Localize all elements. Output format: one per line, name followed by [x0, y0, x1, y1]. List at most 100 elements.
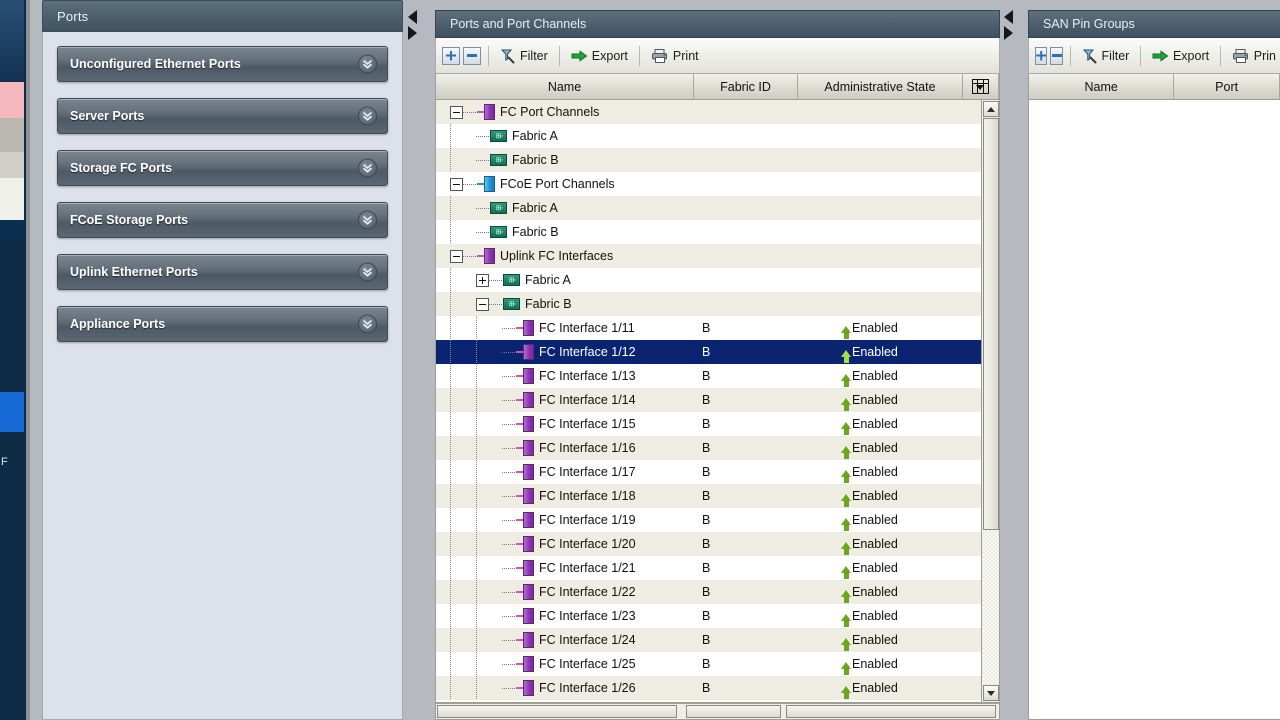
vertical-scrollbar[interactable]	[981, 100, 999, 702]
table-row[interactable]: ⊞▫ Fabric A	[436, 196, 981, 220]
chevron-double-down-icon[interactable]	[358, 314, 377, 334]
sidebar-item-unconfigured-ethernet-ports[interactable]: Unconfigured Ethernet Ports	[57, 46, 388, 82]
table-row[interactable]: FC Interface 1/15 B Enabled	[436, 412, 981, 436]
add-button[interactable]	[1035, 46, 1048, 65]
panel-collapse-right-toggle[interactable]	[1001, 2, 1015, 48]
filter-icon	[500, 49, 515, 63]
column-header-administrative-state[interactable]: Administrative State	[798, 74, 963, 99]
scroll-up-button[interactable]	[983, 101, 999, 117]
tree-connector-line	[502, 543, 516, 545]
vertical-scrollbar-thumb[interactable]	[983, 118, 999, 530]
chevron-double-down-icon[interactable]	[358, 54, 377, 74]
table-row[interactable]: ⊞▫ Fabric A	[436, 124, 981, 148]
tree-collapse-icon[interactable]	[476, 297, 489, 311]
tree-collapse-icon[interactable]	[450, 177, 463, 191]
table-row[interactable]: FC Interface 1/18 B Enabled	[436, 484, 981, 508]
table-row[interactable]: ⊞▫ Fabric B	[436, 148, 981, 172]
tree-collapse-icon[interactable]	[450, 249, 463, 263]
table-row[interactable]: FC Interface 1/14 B Enabled	[436, 388, 981, 412]
table-row[interactable]: FC Interface 1/23 B Enabled	[436, 604, 981, 628]
tree-connector-line	[489, 303, 503, 305]
fc-interface-icon	[523, 584, 534, 600]
sidebar-item-appliance-ports[interactable]: Appliance Ports	[57, 306, 388, 342]
filter-button[interactable]: Filter	[496, 44, 552, 68]
table-row[interactable]: FC Interface 1/25 B Enabled	[436, 652, 981, 676]
table-row[interactable]: FC Interface 1/17 B Enabled	[436, 460, 981, 484]
panel-collapse-left-toggle[interactable]	[405, 2, 419, 48]
tree-rows-container: FC Port Channels ⊞▫ Fabric A ⊞▫ Fabric B FCoE…	[436, 100, 981, 700]
bg-fragment-gray2	[0, 152, 24, 178]
table-row[interactable]: FC Interface 1/12 B Enabled	[436, 340, 981, 364]
table-row[interactable]: ⊞▫ Fabric B	[436, 220, 981, 244]
fc-interface-icon	[523, 368, 534, 384]
column-header-name[interactable]: Name	[436, 74, 694, 99]
table-row[interactable]: FC Interface 1/24 B Enabled	[436, 628, 981, 652]
administrative-state-label: Enabled	[852, 609, 898, 623]
vertical-scrollbar-track[interactable]	[983, 530, 998, 684]
column-header-name[interactable]: Name	[1029, 74, 1175, 99]
tree-expand-icon[interactable]	[476, 273, 489, 287]
administrative-state-label: Enabled	[852, 681, 898, 695]
tree-guide-line	[476, 316, 477, 340]
export-label: Export	[591, 48, 628, 63]
table-row[interactable]: ⊞▫ Fabric A	[436, 268, 981, 292]
cell-name: FC Interface 1/25	[436, 652, 694, 676]
toolbar-separator	[488, 45, 489, 66]
print-button[interactable]: Print	[647, 44, 703, 68]
sidebar-item-server-ports[interactable]: Server Ports	[57, 98, 388, 134]
administrative-state-label: Enabled	[852, 465, 898, 479]
horizontal-scrollbar-segment[interactable]	[686, 705, 781, 718]
remove-button[interactable]	[1050, 46, 1063, 65]
tree-connector-line	[489, 279, 503, 281]
administrative-state-label: Enabled	[852, 585, 898, 599]
add-button[interactable]	[442, 46, 460, 65]
tree-guide-line	[450, 292, 451, 316]
print-button[interactable]: Prin	[1228, 44, 1280, 68]
horizontal-scrollbar-thumb[interactable]	[437, 705, 677, 718]
table-row[interactable]: FC Interface 1/21 B Enabled	[436, 556, 981, 580]
row-label: FC Interface 1/17	[539, 465, 636, 479]
chevron-double-down-icon[interactable]	[358, 262, 377, 282]
plus-icon	[446, 50, 456, 61]
column-chooser-button[interactable]	[963, 74, 999, 99]
cell-name: ⊞▫ Fabric B	[436, 292, 694, 316]
table-row[interactable]: FCoE Port Channels	[436, 172, 981, 196]
tree-collapse-icon[interactable]	[450, 105, 463, 119]
chevron-double-down-icon[interactable]	[358, 210, 377, 230]
tree-connector-line	[502, 447, 516, 449]
table-row[interactable]: FC Interface 1/19 B Enabled	[436, 508, 981, 532]
table-row[interactable]: FC Interface 1/26 B Enabled	[436, 676, 981, 700]
table-row[interactable]: ⊞▫ Fabric B	[436, 292, 981, 316]
bg-fragment-titlebar	[0, 0, 24, 82]
chevron-double-down-icon[interactable]	[358, 106, 377, 126]
cell-name: ⊞▫ Fabric A	[436, 268, 694, 292]
remove-button[interactable]	[463, 46, 481, 65]
tree-connector-line	[476, 231, 490, 233]
sidebar-item-label: Storage FC Ports	[70, 161, 173, 175]
port-connector-icon	[477, 255, 484, 257]
filter-button[interactable]: Filter	[1078, 44, 1134, 68]
sidebar-item-uplink-ethernet-ports[interactable]: Uplink Ethernet Ports	[57, 254, 388, 290]
export-button[interactable]: Export	[1148, 44, 1213, 68]
cell-fabric-id: B	[702, 345, 711, 359]
export-button[interactable]: Export	[567, 44, 632, 68]
chevron-double-down-icon[interactable]	[358, 158, 377, 178]
column-header-port[interactable]: Port	[1174, 74, 1280, 99]
table-row[interactable]: FC Interface 1/22 B Enabled	[436, 580, 981, 604]
table-row[interactable]: FC Interface 1/16 B Enabled	[436, 436, 981, 460]
table-row[interactable]: FC Interface 1/11 B Enabled	[436, 316, 981, 340]
table-row[interactable]: FC Interface 1/20 B Enabled	[436, 532, 981, 556]
fc-interface-icon	[523, 560, 534, 576]
horizontal-scrollbar[interactable]	[435, 703, 1000, 720]
tree-connector-line	[463, 111, 477, 113]
table-row[interactable]: FC Interface 1/13 B Enabled	[436, 364, 981, 388]
sidebar-item-storage-fc-ports[interactable]: Storage FC Ports	[57, 150, 388, 186]
cell-name: FC Interface 1/15	[436, 412, 694, 436]
sidebar-item-fcoe-storage-ports[interactable]: FCoE Storage Ports	[57, 202, 388, 238]
administrative-state-label: Enabled	[852, 489, 898, 503]
table-row[interactable]: FC Port Channels	[436, 100, 981, 124]
horizontal-scrollbar-segment[interactable]	[786, 705, 996, 718]
scroll-down-button[interactable]	[983, 685, 999, 701]
column-header-fabric-id[interactable]: Fabric ID	[694, 74, 798, 99]
table-row[interactable]: Uplink FC Interfaces	[436, 244, 981, 268]
